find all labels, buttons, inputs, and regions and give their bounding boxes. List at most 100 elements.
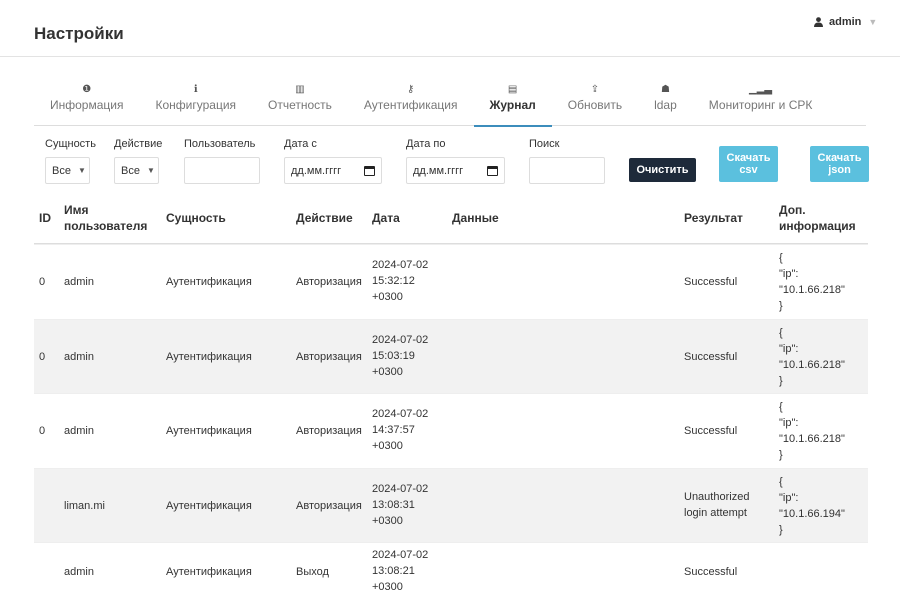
tab-label: Журнал: [489, 98, 536, 112]
entity-filter-label: Сущность: [45, 138, 96, 150]
cell-date-line: 2024-07-02: [372, 408, 429, 420]
cell-extra-line: "10.1.66.218": [779, 433, 845, 445]
cell-date-line: +0300: [372, 291, 403, 303]
download-csv-label-line2: csv: [739, 164, 758, 176]
table-row: 0 admin Аутентификация Авторизация 2024-…: [34, 318, 868, 393]
column-header-data[interactable]: Данные: [452, 210, 499, 226]
tab-label: Аутентификация: [363, 98, 458, 112]
cell-date-line: 2024-07-02: [372, 259, 429, 271]
cell-id: 0: [39, 350, 46, 363]
user-input[interactable]: [184, 157, 260, 184]
tab-journal[interactable]: ▤ Журнал: [473, 76, 553, 127]
search-input[interactable]: [529, 157, 605, 184]
cell-date-line: 13:08:31: [372, 498, 415, 511]
action-filter: Действие Все ▼: [114, 138, 162, 184]
cell-extra-line: }: [779, 374, 783, 387]
column-header-extra-line1: Доп.: [779, 203, 806, 217]
search-filter: Поиск: [529, 138, 605, 184]
column-header-result[interactable]: Результат: [684, 210, 743, 226]
calendar-icon[interactable]: [487, 165, 498, 176]
column-header-date[interactable]: Дата: [372, 210, 400, 226]
key-icon: ⚷: [407, 84, 415, 95]
calendar-icon[interactable]: [364, 165, 375, 176]
date-from-filter: Дата с дд.мм.гггг: [284, 138, 382, 184]
cell-date-line: 2024-07-02: [372, 333, 429, 346]
cell-user: admin: [64, 425, 94, 437]
column-header-id[interactable]: ID: [39, 210, 51, 226]
cell-entity: Аутентификация: [166, 499, 252, 512]
tab-reporting[interactable]: ▥ Отчетность: [252, 76, 348, 126]
cell-action: Авторизация: [296, 276, 362, 288]
download-json-button[interactable]: Скачать json: [810, 146, 869, 182]
cell-result-line: Unauthorized: [684, 490, 750, 503]
tab-update[interactable]: ⇪ Обновить: [552, 76, 638, 126]
chevron-down-icon: ▼: [146, 166, 155, 175]
cell-result: Successful: [684, 423, 737, 439]
table-row: liman.mi Аутентификация Авторизация 2024…: [34, 467, 868, 542]
cell-result-line: Successful: [684, 276, 738, 288]
action-select[interactable]: Все ▼: [114, 157, 159, 184]
tab-label: Отчетность: [268, 98, 332, 112]
date-to-input[interactable]: дд.мм.гггг: [406, 157, 505, 184]
tab-label: Обновить: [567, 98, 623, 112]
column-header-extra[interactable]: Доп. информация: [779, 202, 856, 234]
table-row: admin Аутентификация Выход 2024-07-02 13…: [34, 542, 868, 600]
cell-extra-line: }: [779, 300, 783, 312]
cell-result-line: login attempt: [684, 506, 747, 519]
cell-entity: Аутентификация: [166, 425, 252, 437]
cell-extra: { "ip": "10.1.66.218" }: [779, 250, 845, 314]
cell-user: admin: [64, 566, 94, 578]
cell-date: 2024-07-02 13:08:31 +0300: [372, 481, 428, 529]
tab-ldap[interactable]: ☗ ldap: [638, 76, 693, 126]
cell-extra-line: "10.1.66.218": [779, 284, 845, 296]
date-from-placeholder: дд.мм.гггг: [291, 164, 342, 177]
cell-date-line: 13:08:21: [372, 565, 415, 577]
user-icon: [814, 17, 823, 27]
cell-extra-line: {: [779, 326, 783, 339]
users-icon: ☗: [660, 84, 670, 95]
cell-date-line: 2024-07-02: [372, 549, 429, 561]
date-from-input[interactable]: дд.мм.гггг: [284, 157, 382, 184]
page-title: Настройки: [34, 24, 124, 43]
download-json-label-line1: Скачать: [817, 152, 862, 164]
cell-id: 0: [39, 276, 46, 288]
cell-extra-line: "ip":: [779, 417, 799, 429]
column-header-extra-line2: информация: [779, 219, 856, 233]
tab-monitoring[interactable]: ▁▂▃ Мониторинг и СРК: [693, 76, 829, 126]
info-icon: ℹ: [193, 84, 198, 95]
cell-result-line: Successful: [684, 425, 738, 437]
clear-button[interactable]: Очистить: [629, 158, 696, 182]
cell-result-line: Successful: [684, 566, 738, 578]
action-select-value: Все: [121, 164, 140, 177]
user-filter: Пользователь: [184, 138, 260, 184]
column-header-user-line1: Имя: [64, 203, 89, 217]
tab-configuration[interactable]: ℹ Конфигурация: [139, 76, 252, 126]
cell-date: 2024-07-02 14:37:57 +0300: [372, 406, 428, 454]
column-header-user[interactable]: Имя пользователя: [64, 202, 147, 234]
cell-entity: Аутентификация: [166, 276, 252, 288]
cell-extra-line: "10.1.66.194": [779, 507, 845, 520]
table-header: ID Имя пользователя Сущность Действие Да…: [34, 196, 868, 244]
tab-authentication[interactable]: ⚷ Аутентификация: [348, 76, 474, 126]
column-header-action[interactable]: Действие: [296, 210, 353, 226]
column-header-entity[interactable]: Сущность: [166, 210, 226, 226]
chevron-down-icon: ▼: [77, 166, 86, 175]
cell-date-line: +0300: [372, 514, 403, 527]
cell-date-line: 15:03:19: [372, 349, 415, 362]
download-json-label-line2: json: [828, 164, 851, 176]
bar-chart-icon: ▥: [295, 84, 305, 95]
table-row: 0 admin Аутентификация Авторизация 2024-…: [34, 393, 868, 468]
cell-result-line: Successful: [684, 350, 738, 363]
user-menu[interactable]: admin ▼: [814, 16, 877, 28]
cell-extra: { "ip": "10.1.66.194" }: [779, 474, 845, 538]
cell-extra-line: {: [779, 252, 783, 264]
cell-date-line: 15:32:12: [372, 275, 415, 287]
tab-information[interactable]: ❶ Информация: [34, 76, 139, 126]
cell-user: admin: [64, 350, 94, 363]
upload-icon: ⇪: [590, 84, 600, 95]
tab-label: ldap: [654, 98, 677, 112]
entity-select[interactable]: Все ▼: [45, 157, 90, 184]
download-csv-button[interactable]: Скачать csv: [719, 146, 778, 182]
cell-date-line: 14:37:57: [372, 424, 415, 436]
cell-action: Авторизация: [296, 350, 362, 363]
